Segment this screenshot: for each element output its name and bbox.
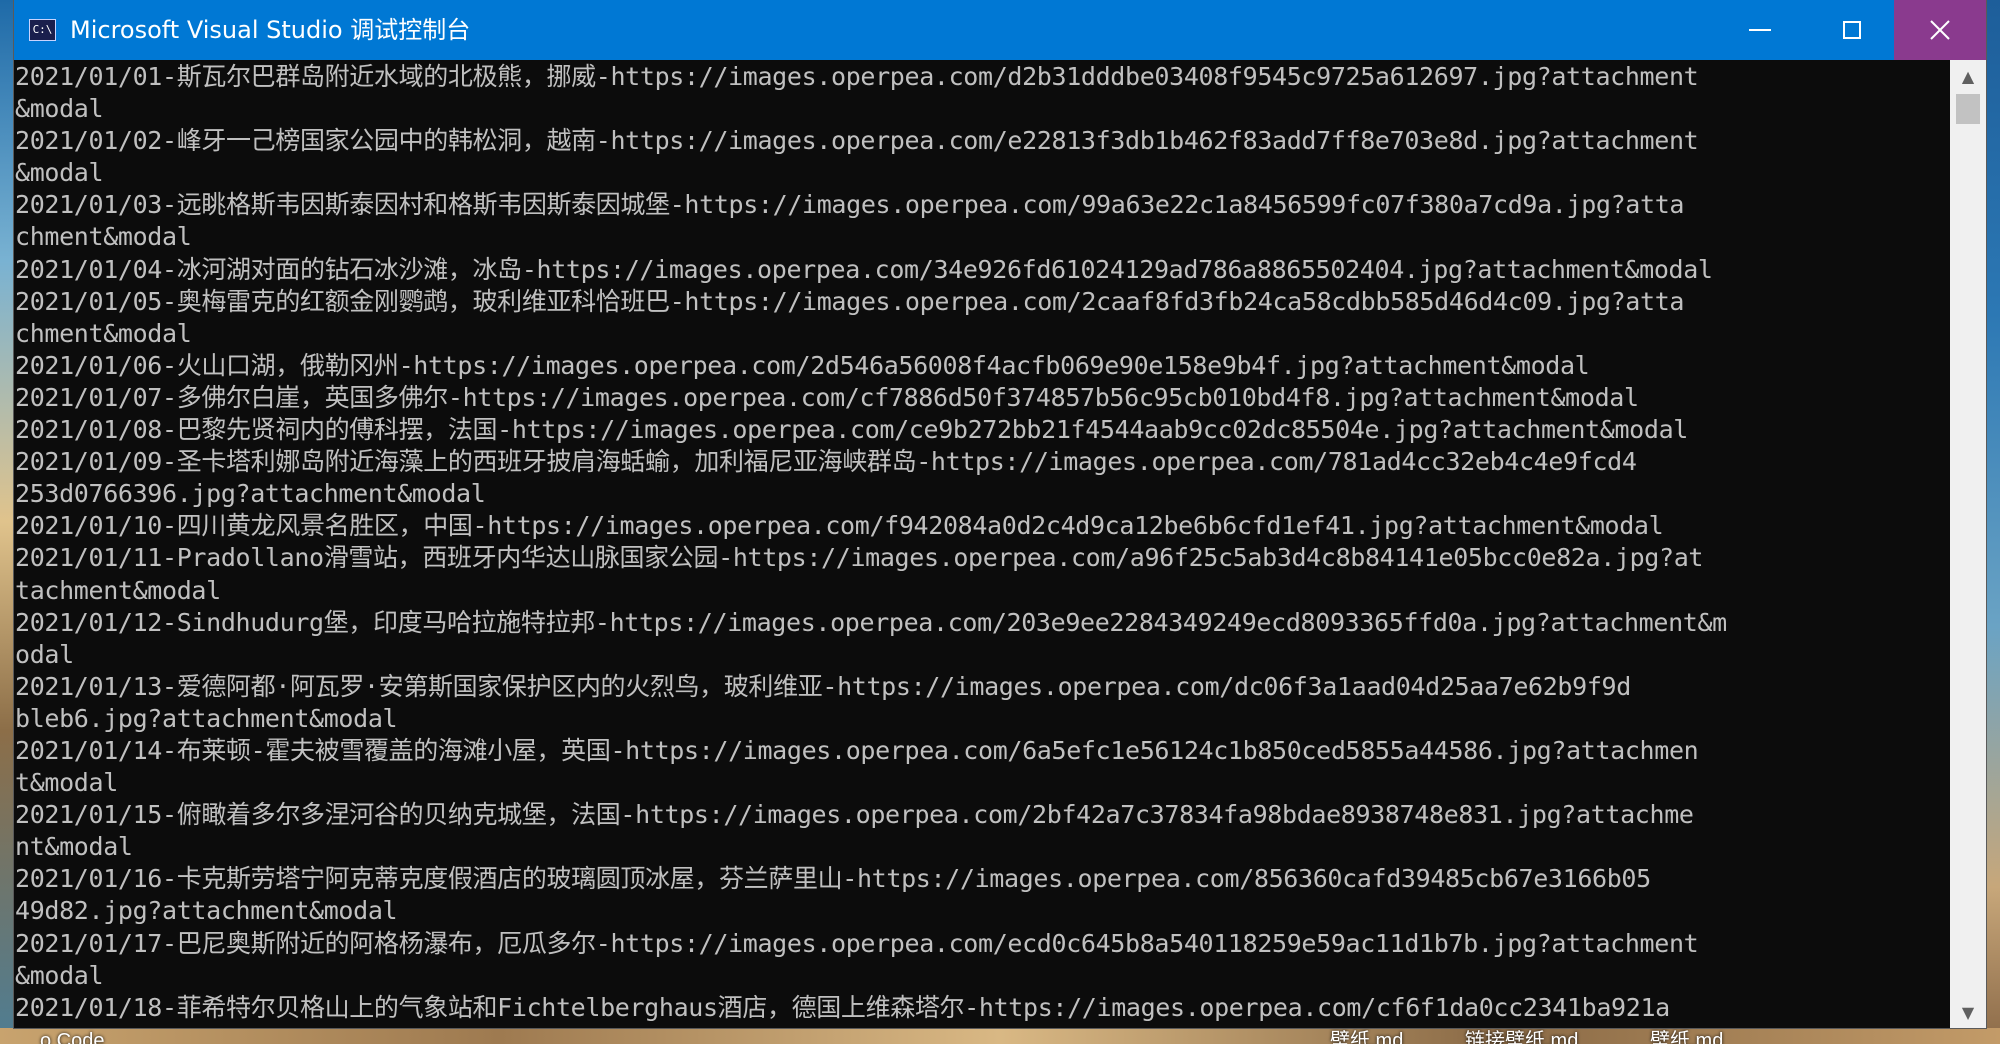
desktop-item[interactable]: 链接壁纸.md: [1465, 1028, 1578, 1044]
vertical-scrollbar[interactable]: ▲ ▼: [1950, 60, 1986, 1028]
window-title: Microsoft Visual Studio 调试控制台: [70, 16, 471, 44]
console-line: 2021/01/15-俯瞰着多尔多涅河谷的贝纳克城堡，法国-https://im…: [15, 800, 1694, 830]
console-app-icon: C:\: [29, 19, 56, 41]
console-line: chment&modal: [15, 222, 192, 252]
title-bar[interactable]: C:\ Microsoft Visual Studio 调试控制台: [14, 0, 1986, 60]
console-line: nt&modal: [15, 832, 133, 862]
console-line: 2021/01/07-多佛尔白崖，英国多佛尔-https://images.op…: [15, 382, 1639, 412]
scroll-down-button[interactable]: ▼: [1950, 996, 1986, 1028]
console-text: 2021/01/01-斯瓦尔巴群岛附近水域的北极熊，挪威-https://ima…: [15, 61, 1727, 1024]
console-line: 2021/01/05-奥梅雷克的红额金刚鹦鹉，玻利维亚科恰班巴-https://…: [15, 286, 1685, 316]
console-line: 2021/01/04-冰河湖对面的钻石冰沙滩，冰岛-https://images…: [15, 254, 1713, 284]
console-line: 2021/01/17-巴尼奥斯附近的阿格杨瀑布，厄瓜多尔-https://ima…: [15, 928, 1699, 958]
desktop-item[interactable]: o Code: [40, 1028, 105, 1044]
desktop-wallpaper-bottom: o Code 壁纸.md 链接壁纸.md 壁纸.md: [0, 1028, 2000, 1044]
console-line: bleb6.jpg?attachment&modal: [15, 703, 398, 733]
console-line: &modal: [15, 158, 104, 188]
console-line: 2021/01/02-峰牙一己榜国家公园中的韩松洞，越南-https://ima…: [15, 126, 1699, 156]
desktop-wallpaper-right: [1986, 0, 2000, 1044]
close-button[interactable]: [1894, 0, 1986, 60]
scrollbar-thumb[interactable]: [1956, 94, 1980, 124]
console-line: tachment&modal: [15, 575, 221, 605]
console-line: &modal: [15, 960, 104, 990]
close-icon: [1930, 20, 1950, 40]
console-line: 49d82.jpg?attachment&modal: [15, 896, 398, 926]
console-window[interactable]: C:\ Microsoft Visual Studio 调试控制台 2021/0…: [14, 0, 1986, 1028]
console-line: 2021/01/11-Pradollano滑雪站，西班牙内华达山脉国家公园-ht…: [15, 543, 1704, 573]
scroll-up-button[interactable]: ▲: [1950, 60, 1986, 92]
console-line: t&modal: [15, 768, 118, 798]
console-line: 2021/01/06-火山口湖，俄勒冈州-https://images.oper…: [15, 350, 1590, 380]
minimize-icon: [1749, 29, 1771, 31]
console-line: 2021/01/01-斯瓦尔巴群岛附近水域的北极熊，挪威-https://ima…: [15, 62, 1699, 91]
console-line: 2021/01/03-远眺格斯韦因斯泰因村和格斯韦因斯泰因城堡-https://…: [15, 190, 1685, 220]
console-line: 2021/01/12-Sindhudurg堡，印度马哈拉施特拉邦-https:/…: [15, 607, 1727, 637]
minimize-button[interactable]: [1714, 0, 1806, 60]
chevron-down-icon: ▼: [1961, 1002, 1975, 1022]
console-line: 253d0766396.jpg?attachment&modal: [15, 479, 486, 509]
console-output[interactable]: 2021/01/01-斯瓦尔巴群岛附近水域的北极熊，挪威-https://ima…: [14, 60, 1950, 1028]
desktop-wallpaper-left: [0, 0, 14, 1044]
console-line: 2021/01/10-四川黄龙风景名胜区，中国-https://images.o…: [15, 511, 1664, 541]
desktop-item[interactable]: 壁纸.md: [1330, 1028, 1403, 1044]
console-line: 2021/01/08-巴黎先贤祠内的傅科摆，法国-https://images.…: [15, 415, 1688, 445]
maximize-button[interactable]: [1806, 0, 1898, 60]
console-line: 2021/01/09-圣卡塔利娜岛附近海藻上的西班牙披肩海蛞蝓，加利福尼亚海峡群…: [15, 447, 1637, 477]
console-line: 2021/01/18-菲希特尔贝格山上的气象站和Fichtelberghaus酒…: [15, 992, 1670, 1022]
console-line: 2021/01/13-爱德阿都·阿瓦罗·安第斯国家保护区内的火烈鸟，玻利维亚-h…: [15, 671, 1631, 701]
desktop-item[interactable]: 壁纸.md: [1650, 1028, 1723, 1044]
maximize-icon: [1843, 21, 1861, 39]
chevron-up-icon: ▲: [1961, 66, 1975, 86]
console-line: chment&modal: [15, 318, 192, 348]
console-line: 2021/01/14-布莱顿-霍夫被雪覆盖的海滩小屋，英国-https://im…: [15, 735, 1699, 765]
console-line: odal: [15, 639, 74, 669]
console-line: &modal: [15, 94, 104, 124]
console-line: 2021/01/16-卡克斯劳塔宁阿克蒂克度假酒店的玻璃圆顶冰屋，芬兰萨里山-h…: [15, 864, 1651, 894]
